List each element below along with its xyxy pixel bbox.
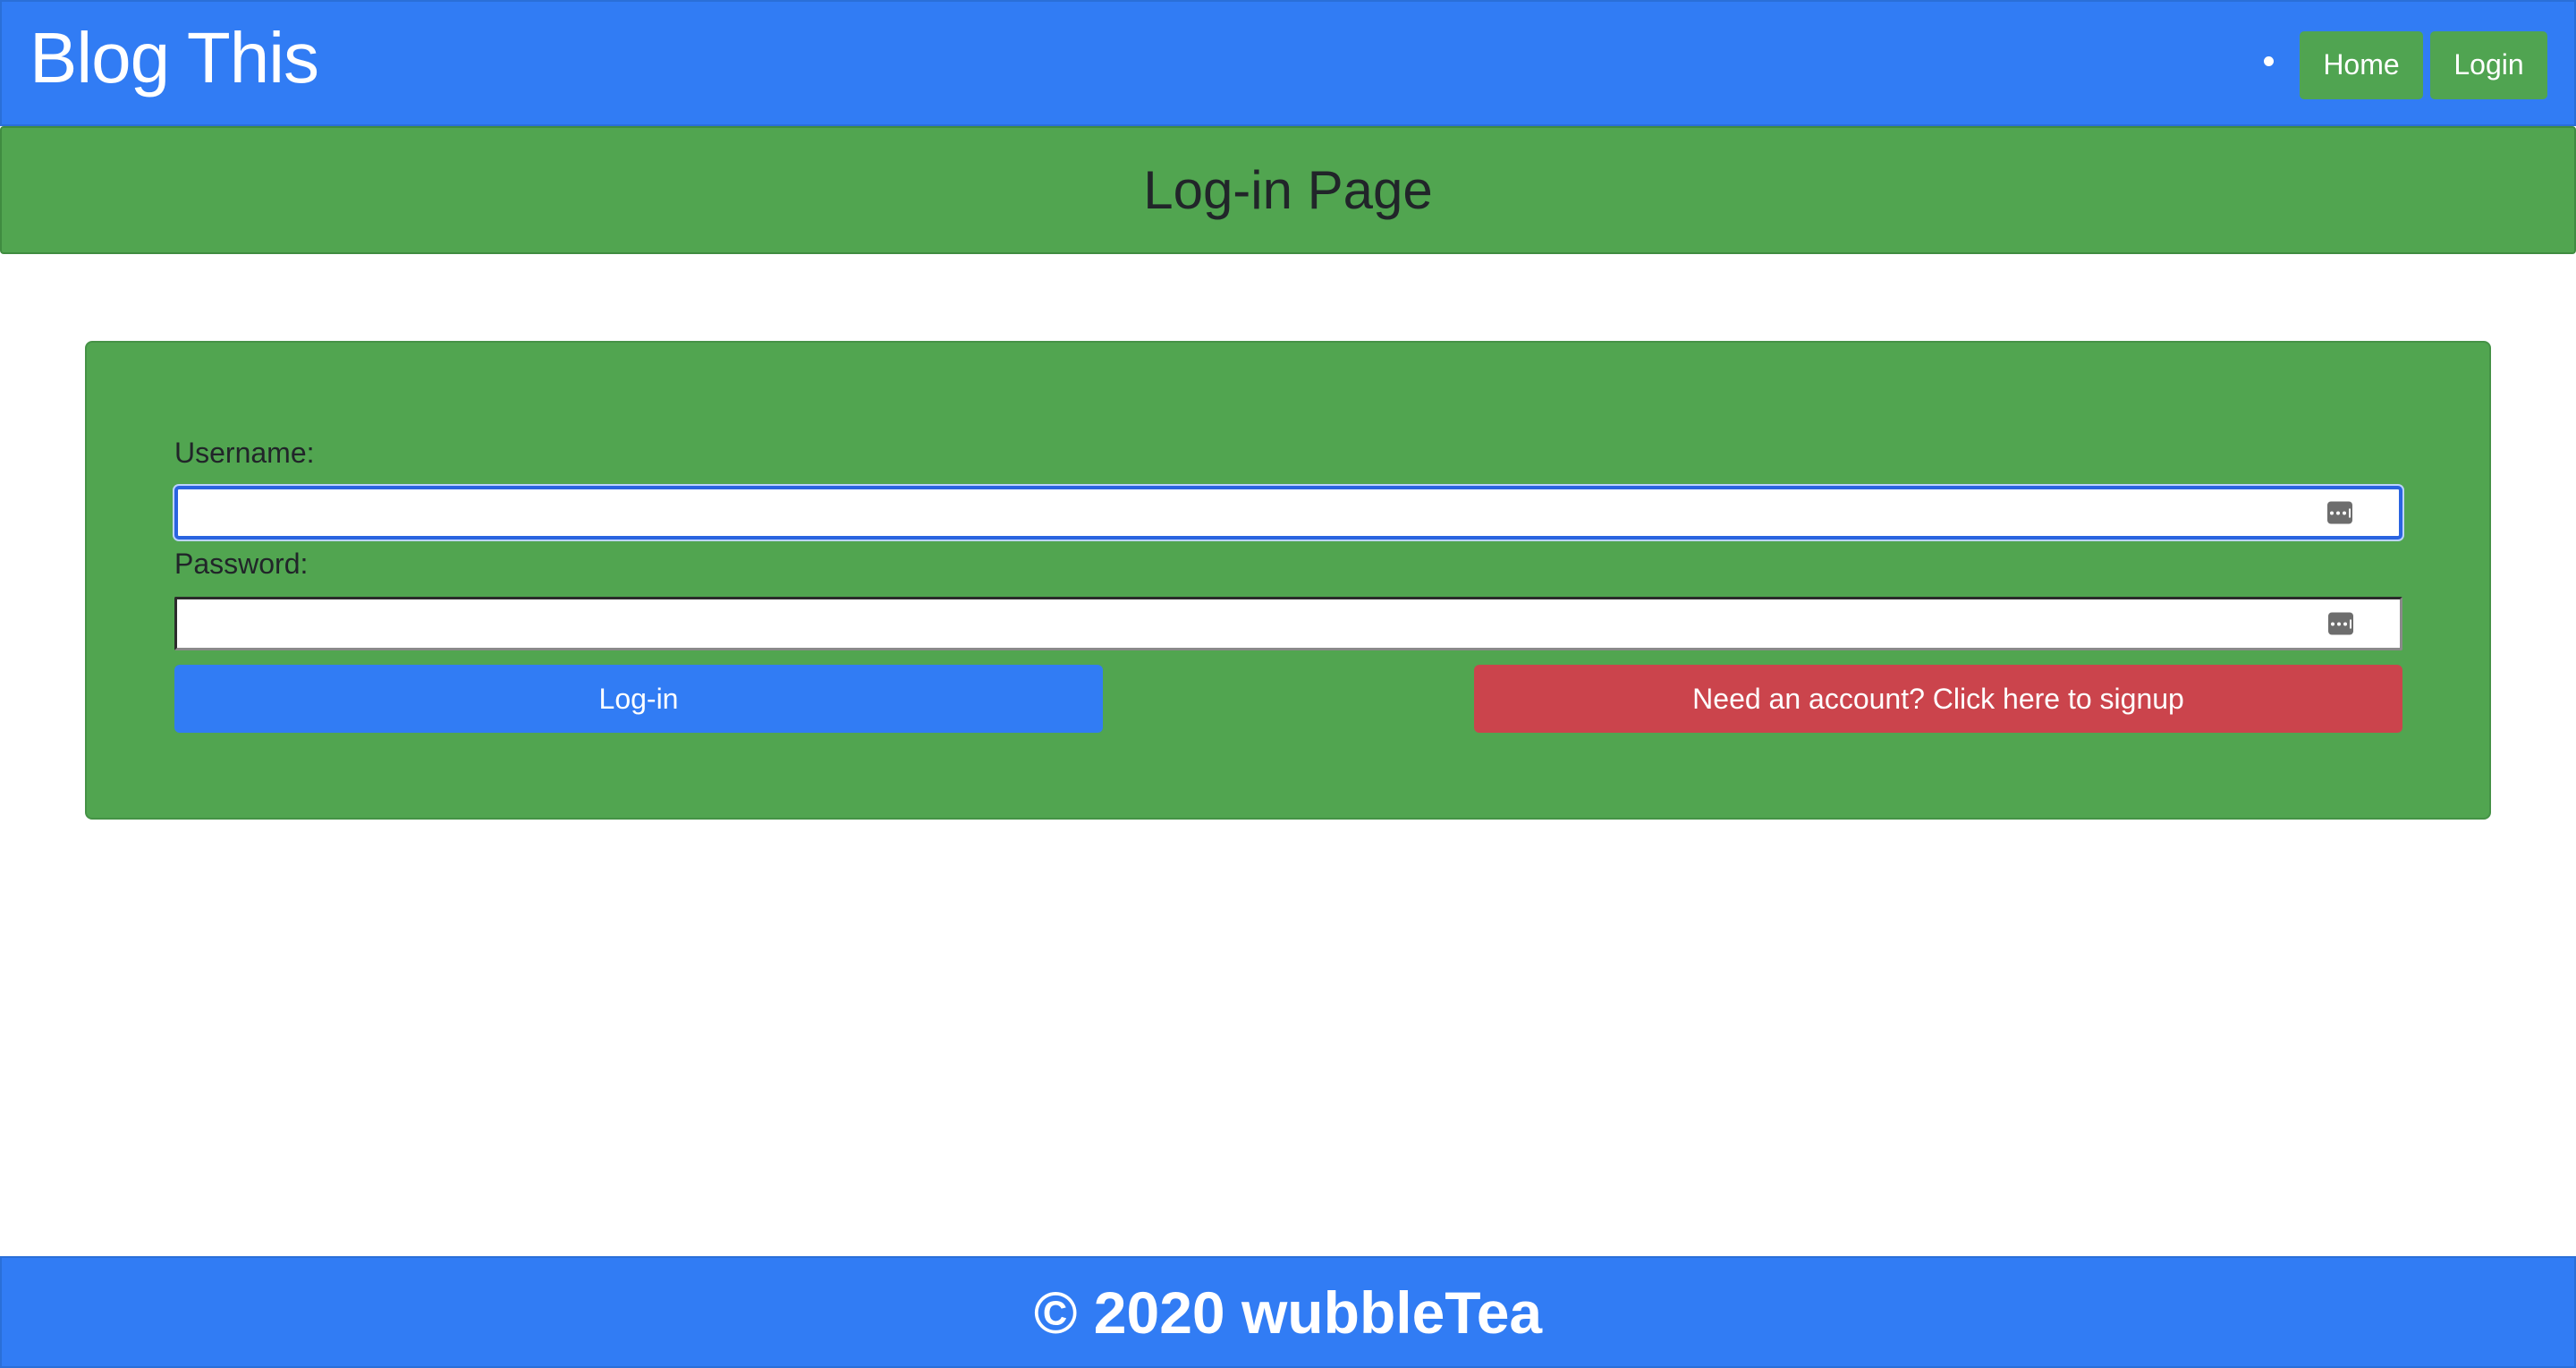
page-header: Log-in Page <box>0 126 2576 254</box>
password-manager-key-icon[interactable] <box>2328 612 2353 635</box>
footer: © 2020 wubbleTea <box>0 1256 2576 1368</box>
bullet-icon <box>2264 55 2274 66</box>
page-title: Log-in Page <box>1143 160 1433 220</box>
login-button[interactable]: Log-in <box>174 665 1103 733</box>
top-navbar: Blog This Home Login <box>0 0 2576 126</box>
copyright-text: © 2020 wubbleTea <box>1033 1279 1543 1346</box>
signup-button[interactable]: Need an account? Click here to signup <box>1474 665 2402 733</box>
nav-home-button[interactable]: Home <box>2300 30 2423 99</box>
brand-logo[interactable]: Blog This <box>30 17 319 99</box>
nav-links: Home Login <box>2264 30 2547 99</box>
password-field[interactable] <box>174 597 2402 650</box>
password-manager-key-icon[interactable] <box>2327 501 2352 524</box>
password-label: Password: <box>174 548 309 580</box>
nav-login-button[interactable]: Login <box>2430 30 2547 99</box>
login-form: Username: Password: Log-in Need an accou… <box>85 341 2491 820</box>
username-field[interactable] <box>174 486 2402 540</box>
username-label: Username: <box>174 437 315 469</box>
